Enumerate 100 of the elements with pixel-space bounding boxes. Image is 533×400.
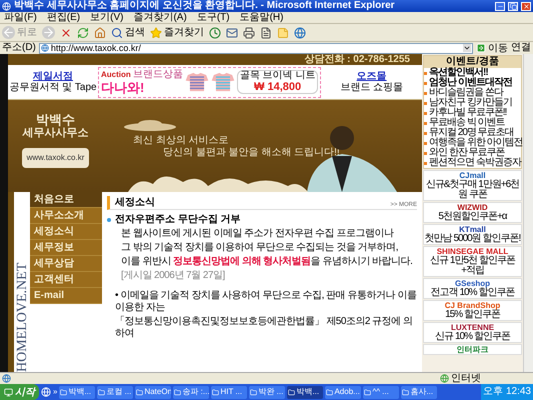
article-text: • 이메일을 기술적 장치를 사용하여 무단으로 수집, 판매 유통하거나 이를 이용한 자는 [115,290,417,314]
event-link[interactable]: 펜션적으면 숙박권증자 [429,158,521,168]
nav-item[interactable]: 세무상담 [30,256,102,272]
ad-brand: Auction [101,70,131,80]
ad-banner[interactable]: Auction 브랜드상품 다나와! 골목 브이넥 니트 ₩ 14,800 [98,66,322,98]
taskbar-button[interactable]: 박백... [287,386,324,398]
menu-item[interactable]: 도움말(H) [240,12,284,24]
coupon-text: 5천원할인쿠폰+α [438,212,507,222]
links-label[interactable]: 연결 [511,42,531,54]
event-link[interactable]: 남자친구 킹카만들기 [429,98,512,108]
dropdown-icon[interactable] [463,44,471,52]
scrollbar[interactable] [523,54,533,372]
favorites-button[interactable]: 즐겨찾기 [150,25,204,40]
window-title: 박백수 세무사사무소 홈페이지에 오신것을 환영합니다. - Microsoft Internet Explorer [14,0,396,12]
coupon-text: 첫만남 5000원 할인쿠폰! [424,234,520,244]
window-icon [60,388,68,396]
coupon-banner[interactable]: GSeshop 전고객 10% 할인쿠폰 [423,278,522,299]
refresh-button[interactable] [77,26,89,38]
taskbar-button[interactable]: HIT ... [211,386,248,398]
maximize-button[interactable] [508,2,518,10]
article-title: 전자우편주소 무단수집 거부 [115,213,241,226]
site-address-plate: www.taxok.co.kr [22,148,90,168]
window-icon [402,388,410,396]
bullet-icon [424,162,427,164]
search-button[interactable]: 검색 [111,25,145,40]
taskbar-button[interactable]: ^^ ... [363,386,400,398]
ad-headline: 다나와! [101,80,146,94]
coupon-banner[interactable]: KTmall 첫만남 5000원 할인쿠폰! [423,224,522,245]
event-link[interactable]: 옥션할인백서!! [429,68,488,78]
globe-icon [294,26,306,38]
taskbar-button[interactable]: 홈사... [401,386,438,398]
taskbar-button[interactable]: 송파 :... [173,386,210,398]
taskbar-button[interactable]: 박백... [59,386,96,398]
clock-icon [209,26,221,38]
coupon-banner[interactable]: SHINSEGAE MALL 신규 1만5천 할인쿠폰+적립 [423,246,522,277]
shirt-drawing [184,72,209,92]
coupon-banner[interactable]: CJmall 신규&첫구매 1만원+6천원 쿠폰 [423,170,522,201]
article-text: 본 웹사이트에 게시된 이메일 주소가 전자우편 수집 프로그램이나 [121,228,395,240]
bullet-icon [424,132,427,134]
home-button[interactable] [94,26,106,38]
messenger-button[interactable] [294,26,306,38]
nav-item[interactable]: 사무소소개 [30,208,102,224]
start-button[interactable]: 시작 [0,384,39,400]
coupon-text: 신규&첫구매 1만원+6천원 쿠폰 [424,180,520,200]
bullet-icon [107,218,111,222]
mall-link[interactable]: 오즈몰 [356,71,387,82]
minimize-button[interactable] [495,2,505,10]
zone-label: 인터넷 [451,372,482,384]
coupon-banner[interactable]: LUXTENNE 신규 10% 할인쿠폰 [423,322,522,343]
office-name: 세무사사무소 [22,127,88,140]
menu-item[interactable]: 도구(T) [196,12,230,24]
coupon-banner[interactable]: WIZWID 5천원할인쿠폰+α [423,202,522,223]
taskbar-button[interactable]: NateOn [135,386,172,398]
coupon-text: 신규 10% 할인쿠폰 [435,332,510,342]
search-icon [111,26,123,38]
window-icon [98,388,106,396]
print-button[interactable] [243,26,255,38]
history-button[interactable] [209,26,221,38]
coupon-banner[interactable]: CJ BrandShop 15% 할인쿠폰 [423,300,522,321]
quick-launch-icon[interactable] [41,387,51,397]
taskbar-button[interactable]: 로컬 ... [97,386,134,398]
star-icon [150,26,162,38]
window-icon [174,388,182,396]
page-icon [2,374,11,383]
close-button[interactable] [521,2,531,10]
event-link[interactable]: 여행족을 위한 아이템전 [429,138,523,148]
event-link[interactable]: 바디슬림권을 쏜다 [429,88,503,98]
ad-tagline: 브랜드상품 [132,70,183,80]
menu-item[interactable]: 즐겨찾기(A) [133,12,187,24]
post-date: [게시일 2006년 7월 27일] [121,270,226,282]
coupon-brand: SHINSEGAE MALL [436,247,508,256]
nav-item[interactable]: E-mail [30,288,102,304]
event-link[interactable]: 뮤지컬 20명 무료초대 [429,128,514,138]
event-link[interactable]: 엄청난 이벤트대작전 [429,78,512,88]
menu-item[interactable]: 보기(V) [90,12,124,24]
coupon-banner[interactable]: 인터파크 [423,344,522,355]
nav-item[interactable]: 고객센터 [30,272,102,288]
taskbar-button[interactable]: Adob... [325,386,362,398]
bookstore-link[interactable]: 제일서점 [33,71,73,82]
address-field[interactable]: http://www.taxok.co.kr/ [38,42,473,54]
nav-item[interactable]: 처음으로 [30,192,102,208]
note-icon [277,26,289,38]
stop-button[interactable] [60,26,72,38]
nav-item[interactable]: 세정소식 [30,224,102,240]
section-title: 세정소식 [115,196,155,209]
event-link[interactable]: 와인 한잔 무료쿠폰 [429,148,505,158]
window-icon [212,388,220,396]
menu-item[interactable]: 편집(E) [46,12,80,24]
window-icon [288,388,296,396]
edit-button[interactable] [260,26,272,38]
event-link[interactable]: 카후나빌 무료쿠폰!! [429,108,506,118]
mail-button[interactable] [226,26,238,38]
bullet-icon [424,102,427,104]
nav-item[interactable]: 세무정보 [30,240,102,256]
overflow-chevron[interactable]: » [53,386,58,398]
menu-item[interactable]: 파일(F) [4,12,37,24]
event-link[interactable]: 무료배송 빅 이벤트 [429,118,505,128]
taskbar-button[interactable]: 박완 ... [249,386,286,398]
ad-product: 골목 브이넥 니트 [240,71,316,81]
coupon-brand: CJ BrandShop [444,301,500,310]
